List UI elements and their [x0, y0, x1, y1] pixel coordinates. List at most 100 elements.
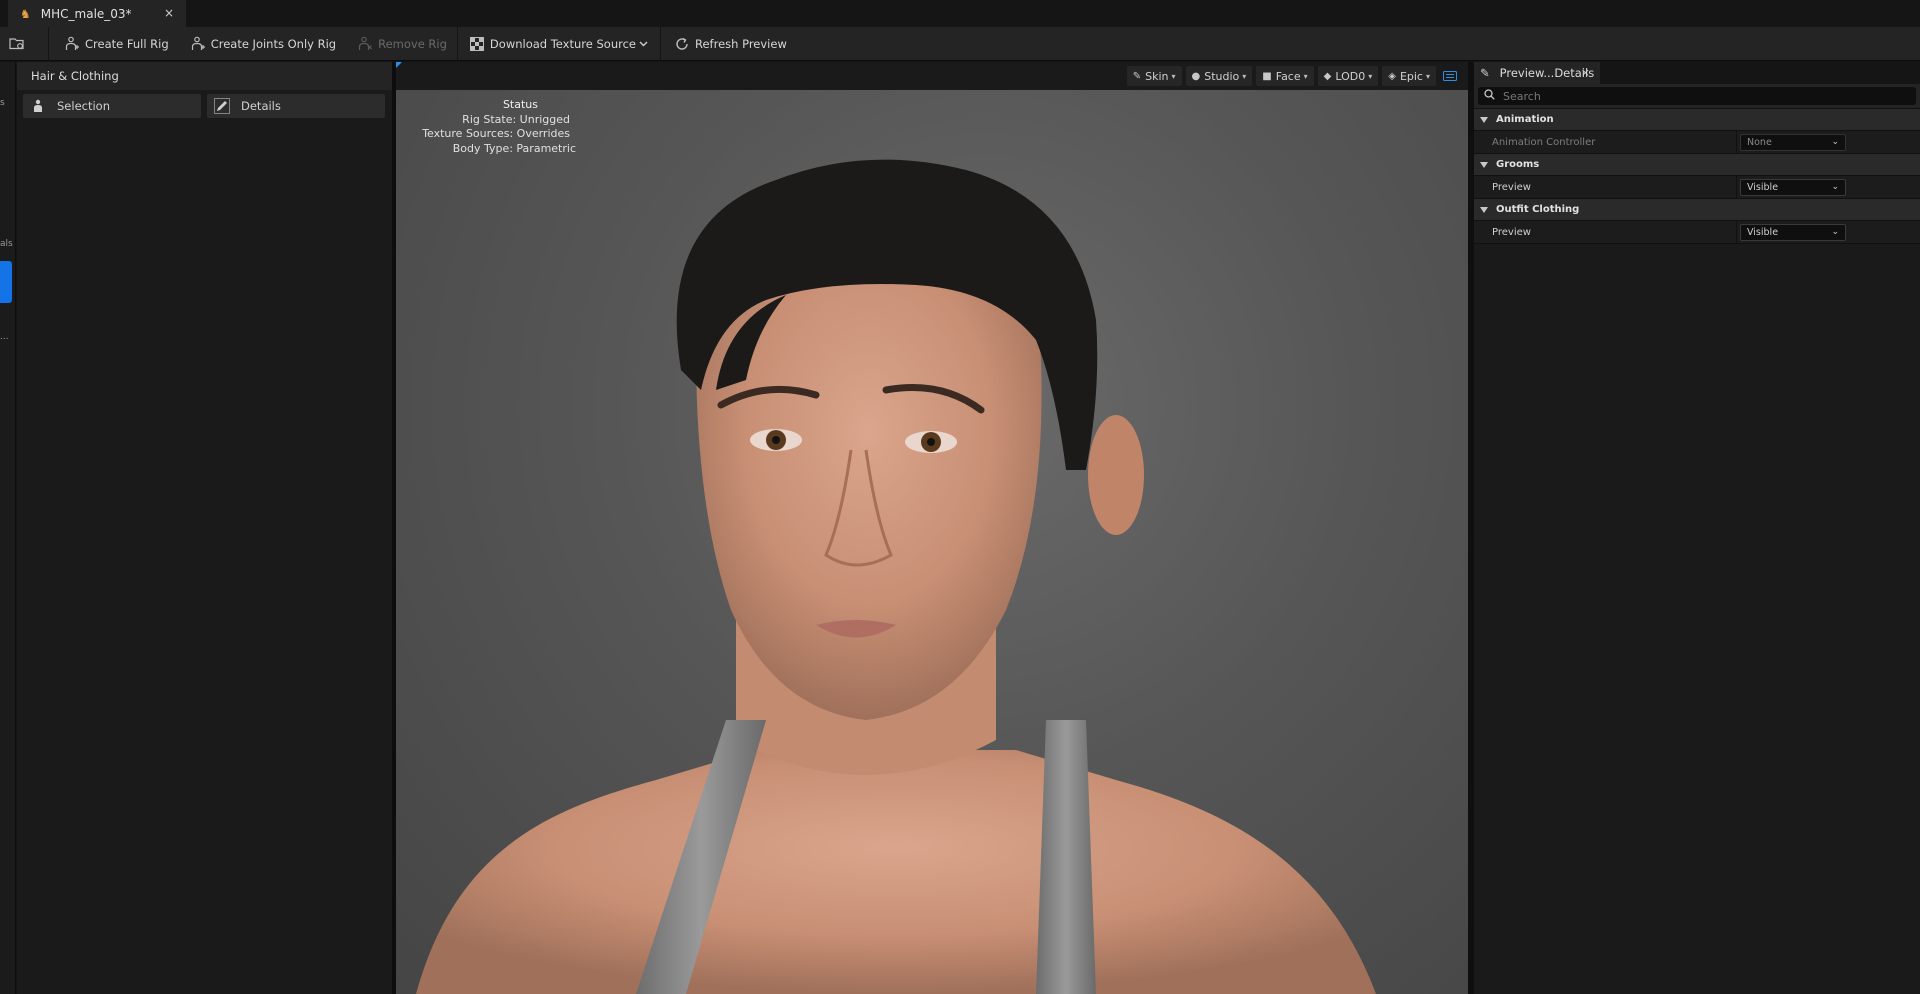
- create-full-rig-button[interactable]: Create Full Rig: [49, 27, 177, 61]
- viewport-toolbar: ✎ Skin ▾ ● Studio ▾ ■ Face ▾ ◆ LOD0 ▾ ◈ …: [396, 62, 1468, 90]
- details-tab-bar: ✎ Preview...Details ×: [1474, 62, 1920, 84]
- prop-animation-controller: Animation Controller None ⌄: [1474, 130, 1920, 154]
- close-tab-icon[interactable]: ×: [1581, 66, 1590, 79]
- expand-triangle-icon: [1480, 206, 1488, 213]
- panel-title: Hair & Clothing: [31, 69, 119, 83]
- metahuman-asset-icon: ♞: [20, 6, 31, 21]
- lighting-studio-label: Studio: [1204, 69, 1240, 83]
- dropdown-value: Visible: [1747, 227, 1779, 238]
- preview-details-panel: ✎ Preview...Details × Search Animation A…: [1474, 62, 1920, 994]
- download-texture-source-button[interactable]: Download Texture Source: [458, 27, 660, 61]
- column-divider[interactable]: [1736, 176, 1737, 199]
- close-tab-icon[interactable]: ×: [164, 6, 174, 20]
- chevron-down-icon: ▾: [1368, 71, 1373, 81]
- status-rig-state: Rig State: Unrigged: [462, 112, 570, 126]
- section-grooms-title: Grooms: [1496, 159, 1540, 170]
- create-full-rig-label: Create Full Rig: [85, 36, 169, 51]
- prop-label: Preview: [1492, 226, 1531, 238]
- keyboard-icon: [1443, 71, 1457, 81]
- status-overlay: Status Rig State: Unrigged Texture Sourc…: [422, 98, 602, 156]
- tab-selection-label: Selection: [57, 99, 110, 113]
- lod-button[interactable]: ◆ LOD0 ▾: [1317, 66, 1379, 86]
- chevron-down-icon: ▾: [1242, 71, 1247, 81]
- title-bar: ♞ MHC_male_03* ×: [0, 0, 1920, 27]
- status-texture-sources: Texture Sources: Overrides: [422, 127, 570, 140]
- character-illustration: [416, 159, 1376, 994]
- strip-label-fragment: ...: [0, 332, 9, 342]
- checker-texture-icon: [468, 35, 486, 53]
- pencil-icon: [213, 97, 231, 115]
- chevron-down-icon: ⌄: [1831, 227, 1839, 237]
- pencil-icon: ✎: [1480, 66, 1490, 80]
- active-mode-indicator[interactable]: [0, 261, 12, 303]
- brush-icon: ✎: [1132, 70, 1142, 82]
- tab-details[interactable]: Details: [207, 94, 385, 118]
- document-tab-title: MHC_male_03*: [40, 6, 132, 21]
- details-search-input[interactable]: Search: [1478, 87, 1916, 105]
- section-outfit-clothing[interactable]: Outfit Clothing: [1474, 198, 1920, 220]
- rig-joints-icon: [189, 35, 207, 53]
- refresh-preview-label: Refresh Preview: [695, 36, 787, 51]
- content-browser-button[interactable]: [0, 27, 48, 61]
- chevron-down-icon: [638, 35, 648, 53]
- chevron-down-icon: ⌄: [1831, 137, 1839, 147]
- strip-label-fragment: als: [0, 239, 13, 249]
- lightbulb-icon: ●: [1191, 70, 1201, 82]
- cube-icon: ◆: [1323, 70, 1332, 82]
- section-divider: [1474, 243, 1920, 244]
- tab-details-label: Details: [241, 99, 281, 113]
- viewport-options-button[interactable]: [1440, 66, 1460, 86]
- section-animation[interactable]: Animation: [1474, 108, 1920, 130]
- chevron-down-icon: ▾: [1425, 71, 1430, 81]
- animation-controller-dropdown[interactable]: None ⌄: [1740, 134, 1846, 151]
- lod-label: LOD0: [1335, 69, 1366, 83]
- outfit-preview-dropdown[interactable]: Visible ⌄: [1740, 224, 1846, 241]
- remove-rig-button[interactable]: Remove Rig: [344, 27, 453, 61]
- rig-person-icon: [63, 35, 81, 53]
- skin-view-button[interactable]: ✎ Skin ▾: [1126, 66, 1182, 86]
- refresh-icon: [673, 35, 691, 53]
- document-tab[interactable]: ♞ MHC_male_03* ×: [8, 0, 186, 27]
- tab-selection[interactable]: Selection: [23, 94, 201, 118]
- camera-face-label: Face: [1275, 69, 1301, 83]
- search-icon: [1484, 89, 1495, 103]
- prop-label: Preview: [1492, 181, 1531, 193]
- search-placeholder: Search: [1503, 89, 1541, 103]
- details-search-bar: Search: [1474, 84, 1920, 108]
- expand-triangle-icon: [1480, 116, 1488, 123]
- refresh-preview-button[interactable]: Refresh Preview: [661, 27, 795, 61]
- preview-details-tab[interactable]: ✎ Preview...Details ×: [1474, 62, 1600, 84]
- camera-icon: ■: [1262, 70, 1272, 82]
- prop-grooms-preview: Preview Visible ⌄: [1474, 175, 1920, 199]
- hair-clothing-panel: Hair & Clothing Selection Details: [17, 62, 392, 994]
- expand-triangle-icon: [1480, 161, 1488, 168]
- download-texture-source-label: Download Texture Source: [489, 36, 636, 51]
- strip-label-fragment: s: [0, 98, 5, 108]
- skin-view-label: Skin: [1145, 69, 1169, 83]
- status-title: Status: [502, 98, 538, 111]
- create-joints-only-rig-button[interactable]: Create Joints Only Rig: [177, 27, 344, 61]
- remove-rig-icon: [356, 35, 374, 53]
- left-tool-strip: s als ...: [0, 62, 16, 994]
- panel-tab-bar: Selection Details: [17, 90, 392, 122]
- dropdown-value: None: [1747, 137, 1772, 148]
- preview-viewport[interactable]: ✎ Skin ▾ ● Studio ▾ ■ Face ▾ ◆ LOD0 ▾ ◈ …: [396, 62, 1468, 994]
- prop-label: Animation Controller: [1492, 136, 1596, 148]
- column-divider[interactable]: [1736, 131, 1737, 154]
- section-grooms[interactable]: Grooms: [1474, 153, 1920, 175]
- status-body-type: Body Type: Parametric: [452, 141, 576, 155]
- diamond-icon: ◈: [1388, 70, 1396, 82]
- panel-header: Hair & Clothing: [17, 62, 392, 90]
- camera-face-button[interactable]: ■ Face ▾: [1256, 66, 1314, 86]
- main-toolbar: Create Full Rig Create Joints Only Rig R…: [0, 26, 1920, 61]
- dropdown-value: Visible: [1747, 182, 1779, 193]
- chevron-down-icon: ▾: [1303, 71, 1308, 81]
- folder-search-icon: [8, 35, 26, 53]
- column-divider[interactable]: [1736, 221, 1737, 244]
- prop-outfit-preview: Preview Visible ⌄: [1474, 220, 1920, 244]
- quality-epic-button[interactable]: ◈ Epic ▾: [1382, 66, 1436, 86]
- quality-epic-label: Epic: [1399, 69, 1423, 83]
- grooms-preview-dropdown[interactable]: Visible ⌄: [1740, 179, 1846, 196]
- lighting-studio-button[interactable]: ● Studio ▾: [1185, 66, 1253, 86]
- person-icon: [29, 97, 47, 115]
